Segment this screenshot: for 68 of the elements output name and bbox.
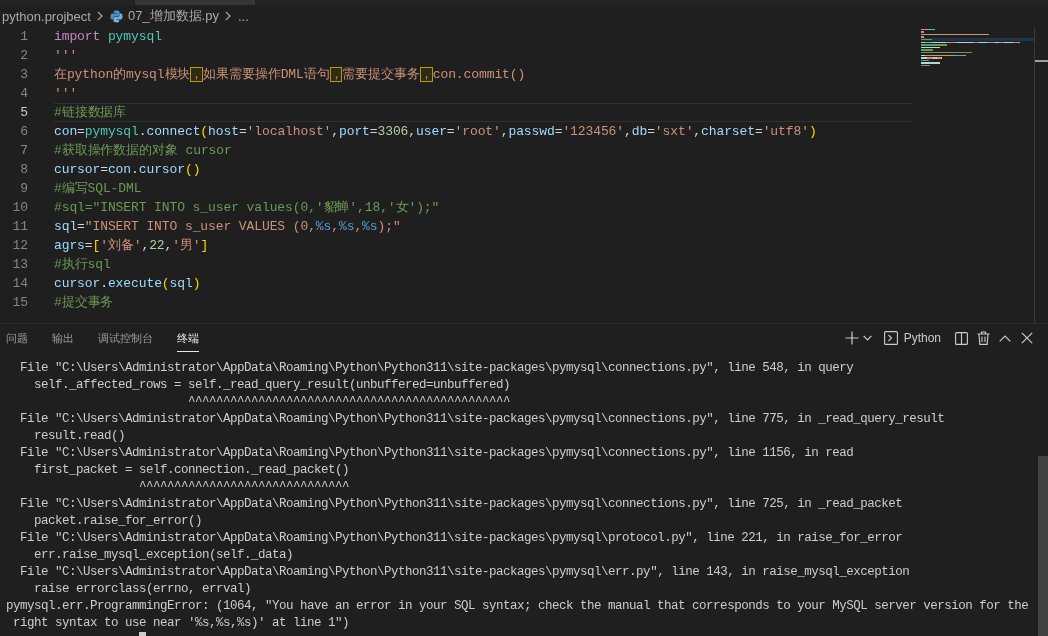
caret-down-icon [862,335,872,341]
panel-tab[interactable]: 调试控制台 [98,324,153,352]
trash-icon [976,331,990,345]
terminal-line: ^^^^^^^^^^^^^^^^^^^^^^^^^^^^^^ [139,480,350,494]
line-number: 12 [11,237,29,255]
line-number: 14 [11,275,29,293]
split-icon [954,331,968,345]
code-line: #执行sql [54,256,112,274]
cursor-position-marker [1035,60,1048,62]
code-line: #编写SQL-DML [54,180,143,198]
python-file-icon [109,9,123,23]
terminal-profile-button[interactable]: Python [880,327,944,349]
line-number: 9 [19,180,29,198]
line-number: 15 [11,294,29,312]
plus-icon [844,331,859,345]
terminal-line: right syntax to use near '%s,%s,%s)' at line 1") [13,616,350,630]
line-number: 5 [19,104,29,122]
line-number: 3 [19,66,29,84]
code-line: #链接数据库 [54,103,913,122]
chevron-icon [224,11,231,21]
terminal-line: File "C:\Users\Administrator\AppData\Roaming\Python\Python311\site-packages\pymysql\connections.py", line 1156, in read [20,446,854,460]
terminal-line: File "C:\Users\Administrator\AppData\Roaming\Python\Python311\site-packages\pymysql\connections.py", line 725, in _read_packet [20,497,903,511]
close-icon [1021,332,1033,344]
line-number: 8 [19,161,29,179]
line-number: 2 [19,47,29,65]
terminal-line: File "C:\Users\Administrator\AppData\Roaming\Python\Python311\site-packages\pymysql\connections.py", line 548, in query [20,361,854,375]
breadcrumb-item[interactable]: 07_增加数据.py [109,7,219,25]
breadcrumb-item[interactable]: python.projbect [2,8,91,24]
code-line: import pymysql [54,28,163,46]
terminal-line: result.read() [34,429,126,443]
line-number: 7 [19,142,29,160]
code-line: #提交事务 [54,294,115,312]
terminal-line: File "C:\Users\Administrator\AppData\Roaming\Python\Python311\site-packages\pymysql\protocol.py", line 221, in raise_for_error [20,531,903,545]
terminal-cursor [139,632,146,636]
code-line: 在python的mysql模块，如果需要操作DML语句，需要提交事务，con.commit() [54,66,527,84]
code-line: con=pymysql.connect(host='localhost',port=3306,user='root',passwd='123456',db='sxt',charset='utf8') [54,123,818,141]
line-number: 11 [11,218,29,236]
code-line: cursor=con.cursor() [54,161,202,179]
terminal-line: raise errorclass(errno, errval) [34,582,252,596]
panel-tab[interactable]: 问题 [6,324,28,352]
panel-tab[interactable]: 输出 [52,324,74,352]
terminal-line: ^^^^^^^^^^^^^^^^^^^^^^^^^^^^^^^^^^^^^^^^^^^^^^ [188,395,511,409]
code-line: ''' [54,47,79,65]
line-number: 10 [11,199,29,217]
terminal-line: File "C:\Users\Administrator\AppData\Roaming\Python\Python311\site-packages\pymysql\connections.py", line 775, in _read_query_result [20,412,945,426]
terminal-line: packet.raise_for_error() [34,514,203,528]
more-breadcrumbs-button[interactable]: ... [237,8,249,24]
code-line: cursor.execute(sql) [54,275,202,293]
terminal-line: self._affected_rows = self._read_query_result(unbuffered=unbuffered) [34,378,511,392]
terminal-icon [883,331,898,345]
code-line: sql="INSERT INTO s_user VALUES (0,%s,%s,%s);" [54,218,402,236]
code-line: ''' [54,85,79,103]
code-line: #获取操作数据的对象 cursor [54,142,233,160]
panel-tab[interactable]: 终端 [177,324,199,352]
line-number: 1 [19,28,29,46]
scrollbar-thumb[interactable] [1038,456,1048,636]
line-number: 6 [19,123,29,141]
terminal-line: err.raise_mysql_exception(self._data) [34,548,294,562]
code-line: #sql="INSERT INTO s_user values(0,'貂蝉',18,'女');" [54,199,441,217]
terminal-line: pymysql.err.ProgrammingError: (1064, "You have an error in your SQL syntax; check the manual that corresponds to your MySQL server version for the [6,599,1029,613]
terminal-line: first_packet = self.connection._read_packet() [34,463,350,477]
minimap-drawing[interactable] [921,27,1034,69]
code-line: agrs=['刘备',22,'男'] [54,237,210,255]
chevron-up-icon [999,334,1011,342]
chevron-icon [96,11,103,21]
line-number: 13 [11,256,29,274]
line-number: 4 [19,85,29,103]
terminal-line: File "C:\Users\Administrator\AppData\Roaming\Python\Python311\site-packages\pymysql\err.py", line 143, in raise_mysql_exception [20,565,910,579]
